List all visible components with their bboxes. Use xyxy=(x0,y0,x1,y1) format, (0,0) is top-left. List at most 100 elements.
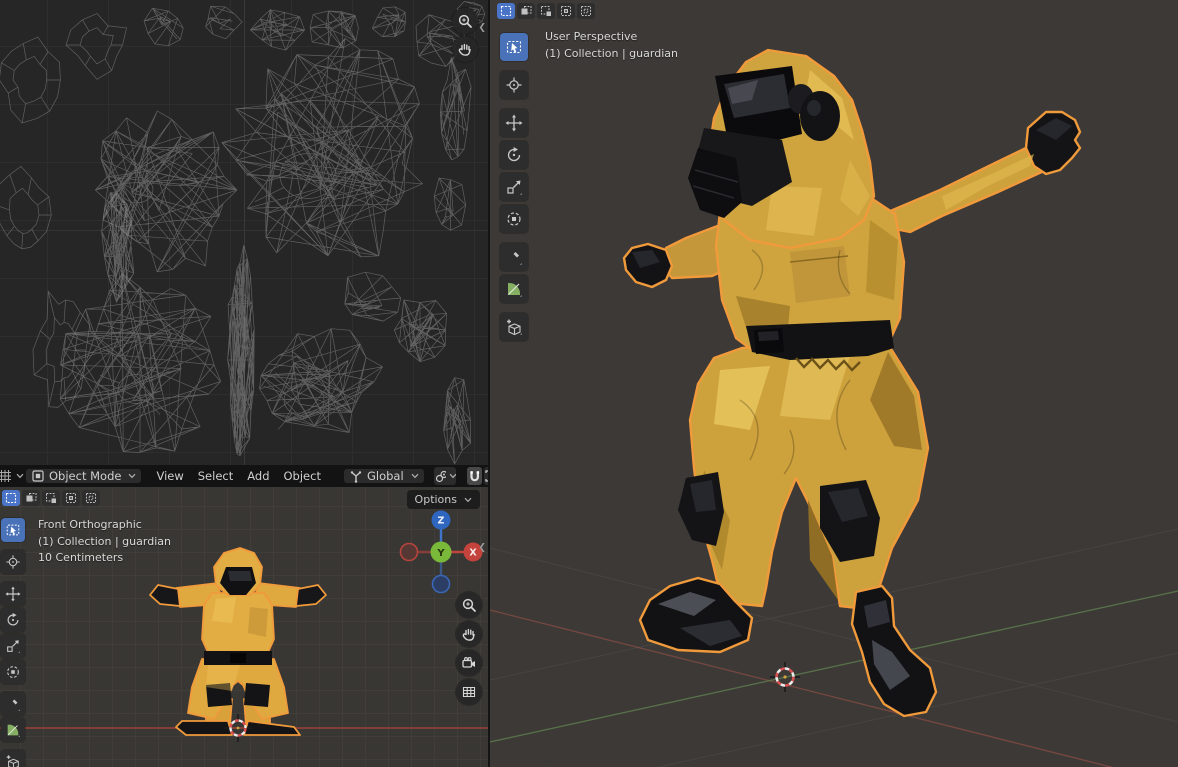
view-label: Front Orthographic xyxy=(38,517,171,534)
pan-hand-icon[interactable] xyxy=(452,36,478,62)
editor-type-button[interactable] xyxy=(0,467,24,485)
uv-editor-viewport[interactable]: ❮ xyxy=(0,0,488,465)
select-mode-row-main xyxy=(497,3,595,19)
pan-hand-icon[interactable] xyxy=(456,621,482,647)
tool-measure-button[interactable] xyxy=(1,718,25,742)
scale-icon xyxy=(505,178,523,196)
zoom-icon[interactable] xyxy=(452,8,478,34)
transform-icon xyxy=(505,210,523,228)
tool-measure-button[interactable] xyxy=(500,275,528,303)
main-scene xyxy=(490,0,1178,767)
select-extend-button[interactable] xyxy=(537,3,555,19)
tool-annotate-button[interactable] xyxy=(1,692,25,716)
tool-select-box-button[interactable] xyxy=(1,518,25,542)
select-intersect-button[interactable] xyxy=(577,3,595,19)
orientation-label: Global xyxy=(367,469,404,483)
tool-transform-button[interactable] xyxy=(500,205,528,233)
measure-icon xyxy=(5,722,21,738)
add-cube-icon xyxy=(505,318,523,336)
front-viewport[interactable]: Options Front Orthographic (1) Collectio… xyxy=(0,487,488,767)
select-tweak-button[interactable] xyxy=(22,490,40,506)
tool-annotate-button[interactable] xyxy=(500,243,528,271)
navigation-gizmo[interactable]: Z X Y xyxy=(396,507,486,599)
transform-orientation-dropdown[interactable]: Global xyxy=(344,469,424,483)
magnet-icon xyxy=(467,469,482,484)
viewport-info-main: User Perspective (1) Collection | guardi… xyxy=(545,29,678,62)
sidebar-collapse-icon[interactable]: ❮ xyxy=(478,544,486,553)
select-subtract-button[interactable] xyxy=(557,3,575,19)
zoom-icon[interactable] xyxy=(456,592,482,618)
select-box-icon xyxy=(505,38,523,56)
tool-rotate-button[interactable] xyxy=(500,141,528,169)
tool-rotate-button[interactable] xyxy=(1,608,25,632)
gizmo-z-axis[interactable]: Z xyxy=(432,511,451,530)
mode-dropdown-label: Object Mode xyxy=(49,469,121,483)
cursor-icon xyxy=(505,76,523,94)
tool-scale-button[interactable] xyxy=(1,634,25,658)
move-icon xyxy=(5,586,21,602)
tool-cursor-button[interactable] xyxy=(1,550,25,574)
select-subtract-button[interactable] xyxy=(62,490,80,506)
orientation-axes-icon xyxy=(349,469,363,483)
rotate-icon xyxy=(5,612,21,628)
blender-window: ❮ Object Mode View Select Add Object Glo… xyxy=(0,0,1178,767)
collection-label: (1) Collection | guardian xyxy=(545,46,678,63)
object-mode-icon xyxy=(31,469,45,483)
annotate-icon xyxy=(5,696,21,712)
menu-select[interactable]: Select xyxy=(191,469,240,483)
gizmo-z-label: Z xyxy=(438,516,445,527)
gizmo-x-label: X xyxy=(469,548,477,559)
tool-select-box-button[interactable] xyxy=(500,33,528,61)
select-set-button[interactable] xyxy=(2,490,20,506)
main-viewport[interactable]: User Perspective (1) Collection | guardi… xyxy=(490,0,1178,767)
annotate-icon xyxy=(505,248,523,266)
tool-scale-button[interactable] xyxy=(500,173,528,201)
sidebar-collapse-icon[interactable]: ❮ xyxy=(478,24,486,33)
tool-cursor-button[interactable] xyxy=(500,71,528,99)
tool-add-cube-button[interactable] xyxy=(1,750,25,767)
viewport-header: Object Mode View Select Add Object Globa… xyxy=(0,465,488,487)
pane-divider[interactable] xyxy=(488,0,490,767)
scale-icon xyxy=(5,638,21,654)
tool-move-button[interactable] xyxy=(500,109,528,137)
options-label: Options xyxy=(415,493,457,506)
menu-object[interactable]: Object xyxy=(277,469,328,483)
move-icon xyxy=(505,114,523,132)
cursor-icon xyxy=(5,554,21,570)
viewport-info-front: Front Orthographic (1) Collection | guar… xyxy=(38,517,171,567)
pivot-point-dropdown[interactable] xyxy=(434,467,456,485)
camera-view-icon[interactable] xyxy=(456,650,482,676)
select-set-button[interactable] xyxy=(497,3,515,19)
collection-label: (1) Collection | guardian xyxy=(38,534,171,551)
snap-toggle-button[interactable] xyxy=(467,467,482,485)
ortho-perspective-toggle-icon[interactable] xyxy=(456,679,482,705)
tool-transform-button[interactable] xyxy=(1,660,25,684)
select-mode-row-front xyxy=(2,490,100,506)
tool-move-button[interactable] xyxy=(1,582,25,606)
gizmo-x-neg-axis[interactable] xyxy=(401,544,418,561)
viewport-nav-buttons xyxy=(456,592,482,705)
select-box-icon xyxy=(5,522,21,538)
scale-label: 10 Centimeters xyxy=(38,550,171,567)
select-intersect-button[interactable] xyxy=(82,490,100,506)
toolbar-front xyxy=(1,518,25,767)
uv-wireframe xyxy=(0,0,488,465)
x-axis-line xyxy=(490,610,1178,767)
y-axis-line xyxy=(490,591,1178,742)
select-tweak-button[interactable] xyxy=(517,3,535,19)
add-cube-icon xyxy=(5,754,21,767)
guardian-character[interactable] xyxy=(624,50,1080,716)
toolbar-main xyxy=(500,33,528,345)
gizmo-y-axis[interactable]: Y xyxy=(431,542,452,563)
menu-view[interactable]: View xyxy=(149,469,190,483)
select-extend-button[interactable] xyxy=(42,490,60,506)
view-label: User Perspective xyxy=(545,29,678,46)
mode-dropdown[interactable]: Object Mode xyxy=(26,469,141,483)
menu-add[interactable]: Add xyxy=(240,469,276,483)
gizmo-z-neg-axis[interactable] xyxy=(433,576,450,593)
transform-icon xyxy=(5,664,21,680)
measure-icon xyxy=(505,280,523,298)
gizmo-y-label: Y xyxy=(436,548,445,559)
rotate-icon xyxy=(505,146,523,164)
tool-add-cube-button[interactable] xyxy=(500,313,528,341)
